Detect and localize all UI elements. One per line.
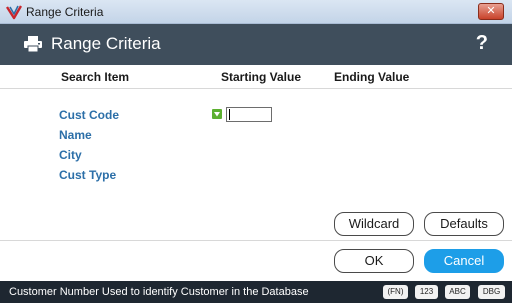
app-logo-icon: [6, 5, 22, 20]
wildcard-button[interactable]: Wildcard: [334, 212, 414, 236]
window-title: Range Criteria: [26, 5, 104, 19]
defaults-button[interactable]: Defaults: [424, 212, 504, 236]
dialog-title: Range Criteria: [51, 34, 161, 53]
column-search-item: Search Item: [61, 70, 130, 84]
column-ending-value: Ending Value: [334, 70, 410, 84]
key-123-badge[interactable]: 123: [415, 285, 438, 299]
printer-icon: [24, 36, 42, 53]
status-text: Customer Number Used to identify Custome…: [9, 286, 309, 298]
window-titlebar: Range Criteria ✕: [0, 0, 512, 24]
close-icon: ✕: [486, 5, 496, 17]
cust-code-start-input[interactable]: [226, 107, 272, 122]
field-label-city[interactable]: City: [59, 148, 82, 162]
status-bar: Customer Number Used to identify Custome…: [0, 281, 512, 303]
key-abc-badge[interactable]: ABC: [445, 285, 470, 299]
text-cursor: [229, 109, 230, 120]
column-starting-value: Starting Value: [221, 70, 302, 84]
divider: [0, 240, 512, 241]
dropdown-lookup-icon[interactable]: [212, 109, 222, 119]
field-label-cust-code[interactable]: Cust Code: [59, 108, 119, 122]
column-headers: Search Item Starting Value Ending Value: [0, 65, 512, 89]
help-icon[interactable]: ?: [476, 32, 488, 55]
ok-button[interactable]: OK: [334, 249, 414, 273]
key-dbg-badge[interactable]: DBG: [478, 285, 505, 299]
dialog-header: Range Criteria ?: [0, 24, 512, 65]
field-label-name[interactable]: Name: [59, 128, 92, 142]
close-button[interactable]: ✕: [478, 3, 504, 20]
key-fn-badge[interactable]: (FN): [383, 285, 408, 299]
cancel-button[interactable]: Cancel: [424, 249, 504, 273]
field-label-cust-type[interactable]: Cust Type: [59, 168, 116, 182]
